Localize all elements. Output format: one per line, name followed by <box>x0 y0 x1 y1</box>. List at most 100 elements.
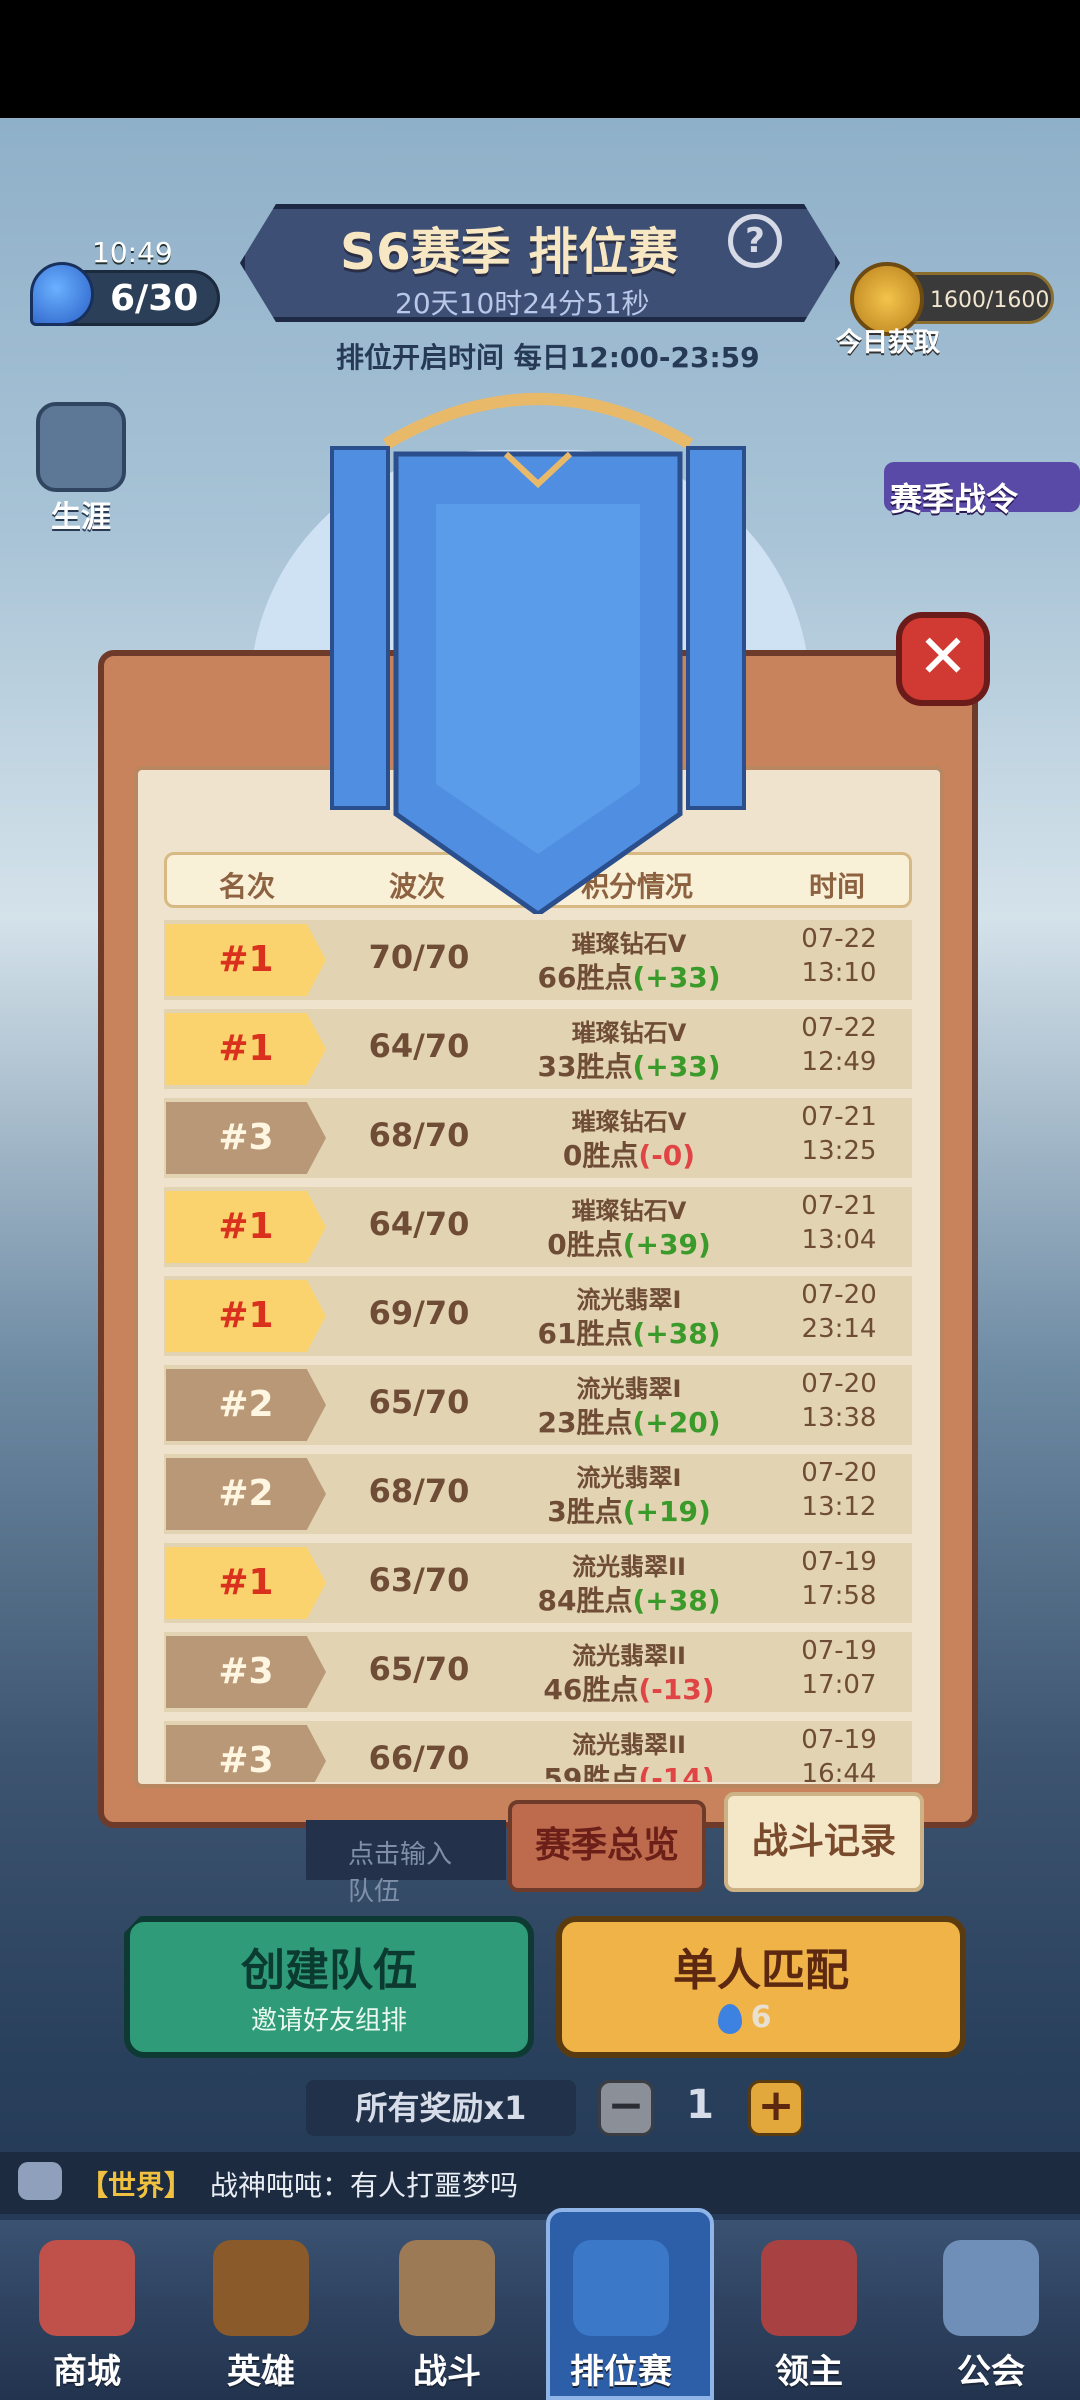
points-delta: (+39) <box>622 1228 711 1261</box>
help-icon[interactable]: ? <box>728 214 782 268</box>
solo-match-label: 单人匹配 <box>673 1945 849 1996</box>
quantity-value: 1 <box>686 2082 714 2128</box>
record-time: 13:25 <box>801 1136 877 1166</box>
header-time: 时间 <box>808 870 865 903</box>
wave-value: 65/70 <box>368 1650 470 1688</box>
points-delta: (+19) <box>622 1495 711 1528</box>
points-text: 3胜点 <box>547 1495 623 1528</box>
points-delta: (+33) <box>632 961 721 994</box>
points-text: 23胜点 <box>537 1406 633 1439</box>
nav-icon <box>399 2240 495 2336</box>
table-row: #3 65/70 流光翡翠II 46胜点(-13) 07-19 17:07 <box>164 1632 912 1712</box>
record-date: 07-19 <box>801 1725 877 1755</box>
nav-label: 排位赛 <box>570 2352 672 2392</box>
points-text: 61胜点 <box>537 1317 633 1350</box>
rewards-multiplier-label: 所有奖励x1 <box>306 2080 576 2136</box>
table-row: #3 66/70 流光翡翠II 59胜点(-14) 07-19 16:44 <box>164 1721 912 1782</box>
tier-name: 流光翡翠I <box>576 1286 682 1314</box>
points-value: 61胜点(+38) <box>494 1312 764 1352</box>
sidebar-item-label: 生涯 <box>51 500 111 535</box>
record-date: 07-22 <box>801 1013 877 1043</box>
solo-match-cost: 6 <box>750 2000 772 2035</box>
points-delta: (+38) <box>632 1584 721 1617</box>
create-team-sublabel: 邀请好友组排 <box>250 2006 407 2036</box>
record-date: 07-21 <box>801 1191 877 1221</box>
table-row: #1 69/70 流光翡翠I 61胜点(+38) 07-20 23:14 <box>164 1276 912 1356</box>
rank-banner-icon <box>330 393 746 914</box>
create-team-label: 创建队伍 <box>241 1945 417 1996</box>
rank-badge: #3 <box>166 1636 326 1708</box>
nav-item-2[interactable]: 战斗 <box>372 2226 522 2396</box>
rank-badge: #3 <box>166 1725 326 1782</box>
record-date: 07-22 <box>801 924 877 954</box>
tier-name: 流光翡翠I <box>576 1375 682 1403</box>
wave-value: 68/70 <box>368 1116 470 1154</box>
points-delta: (-14) <box>638 1762 715 1782</box>
coin-count: 1600/1600 <box>930 288 1050 313</box>
nav-item-5[interactable]: 公会 <box>916 2226 1066 2396</box>
tab-battle-records[interactable]: 战斗记录 <box>724 1792 924 1892</box>
quantity-minus-button[interactable]: − <box>598 2080 654 2136</box>
page-title: S6赛季 排位赛 <box>340 223 679 281</box>
tier-name: 璀璨钻石V <box>571 1197 687 1225</box>
points-value: 59胜点(-14) <box>494 1757 764 1782</box>
record-time: 23:14 <box>801 1314 877 1344</box>
record-list[interactable]: #1 70/70 璀璨钻石V 66胜点(+33) 07-22 13:10 #1 64/70 璀璨… <box>164 920 912 1782</box>
points-delta: (+33) <box>632 1050 721 1083</box>
team-input-hint[interactable]: 点击输入队伍 <box>306 1820 506 1907</box>
tab-season-overview[interactable]: 赛季总览 <box>508 1800 706 1892</box>
rank-badge: #1 <box>166 1013 326 1085</box>
open-time-label: 排位开启时间 每日12:00-23:59 <box>336 341 760 374</box>
rank-badge: #1 <box>166 1280 326 1352</box>
nav-icon <box>573 2240 669 2336</box>
tier-name: 璀璨钻石V <box>571 930 687 958</box>
table-row: #1 64/70 璀璨钻石V 33胜点(+33) 07-22 12:49 <box>164 1009 912 1089</box>
rank-badge: #1 <box>166 924 326 996</box>
nav-label: 领主 <box>775 2352 843 2392</box>
rank-badge: #2 <box>166 1458 326 1530</box>
points-delta: (-0) <box>638 1139 696 1172</box>
nav-item-1[interactable]: 英雄 <box>186 2226 336 2396</box>
points-delta: (+20) <box>632 1406 721 1439</box>
points-value: 0胜点(+39) <box>494 1223 764 1263</box>
points-delta: (-13) <box>638 1673 715 1706</box>
points-value: 84胜点(+38) <box>494 1579 764 1619</box>
nav-item-4[interactable]: 领主 <box>734 2226 884 2396</box>
close-button[interactable]: ✕ <box>896 612 990 706</box>
tier-name: 流光翡翠I <box>576 1464 682 1492</box>
sidebar-item-career[interactable]: 生涯 <box>32 402 130 536</box>
chat-bubble-icon[interactable] <box>18 2162 62 2200</box>
table-row: #1 64/70 璀璨钻石V 0胜点(+39) 07-21 13:04 <box>164 1187 912 1267</box>
rank-badge: #1 <box>166 1191 326 1263</box>
points-value: 66胜点(+33) <box>494 956 764 996</box>
wave-value: 64/70 <box>368 1205 470 1243</box>
nav-item-0[interactable]: 商城 <box>12 2226 162 2396</box>
record-time: 17:58 <box>801 1581 877 1611</box>
points-text: 46胜点 <box>543 1673 639 1706</box>
clock: 10:49 <box>92 236 173 269</box>
table-row: #2 65/70 流光翡翠I 23胜点(+20) 07-20 13:38 <box>164 1365 912 1445</box>
chat-channel: 【世界】 <box>80 2169 193 2202</box>
quantity-plus-button[interactable]: + <box>748 2080 804 2136</box>
record-date: 07-20 <box>801 1458 877 1488</box>
nav-icon <box>761 2240 857 2336</box>
nav-item-3[interactable]: 排位赛 <box>546 2226 696 2396</box>
points-text: 0胜点 <box>562 1139 639 1172</box>
tier-name: 流光翡翠II <box>572 1731 686 1759</box>
points-value: 46胜点(-13) <box>494 1668 764 1708</box>
record-time: 17:07 <box>801 1670 877 1700</box>
season-countdown: 20天10时24分51秒 <box>395 287 650 320</box>
nav-label: 战斗 <box>413 2352 481 2392</box>
table-row: #1 63/70 流光翡翠II 84胜点(+38) 07-19 17:58 <box>164 1543 912 1623</box>
record-time: 13:38 <box>801 1403 877 1433</box>
rank-badge: #2 <box>166 1369 326 1441</box>
wave-value: 69/70 <box>368 1294 470 1332</box>
nav-label: 公会 <box>957 2352 1025 2392</box>
chat-message: 战神吨吨：有人打噩梦吗 <box>210 2169 519 2202</box>
career-icon <box>36 402 126 492</box>
nav-icon <box>213 2240 309 2336</box>
energy-count: 6/30 <box>110 278 199 319</box>
wave-value: 68/70 <box>368 1472 470 1510</box>
record-time: 13:12 <box>801 1492 877 1522</box>
nav-icon <box>943 2240 1039 2336</box>
